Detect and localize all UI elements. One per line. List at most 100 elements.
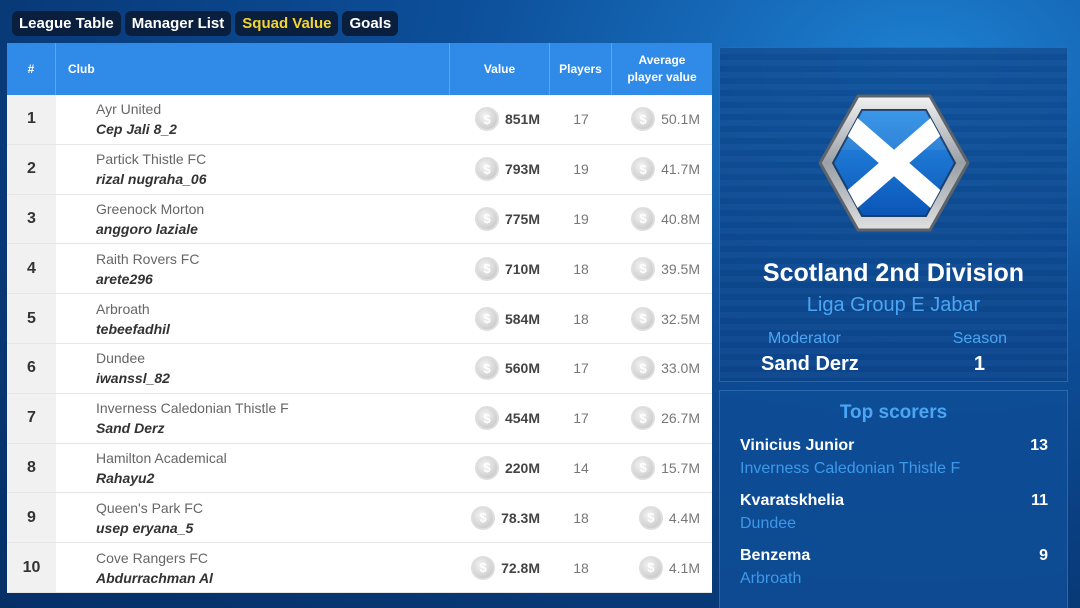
header-club[interactable]: Club xyxy=(56,43,450,95)
row-players: 17 xyxy=(573,410,589,427)
row-players: 19 xyxy=(573,161,589,178)
row-club[interactable]: Inverness Caledonian Thistle F Sand Derz xyxy=(56,394,450,443)
table-row[interactable]: 10 Cove Rangers FC Abdurrachman Al $72.8M 18… xyxy=(7,543,712,593)
row-club[interactable]: Arbroath tebeefadhil xyxy=(56,294,450,343)
header-players[interactable]: Players xyxy=(550,43,612,95)
view-tabs: League Table Manager List Squad Value Go… xyxy=(12,11,399,36)
row-club[interactable]: Partick Thistle FC rizal nugraha_06 xyxy=(56,145,450,194)
row-club[interactable]: Cove Rangers FC Abdurrachman Al xyxy=(56,543,450,592)
average-value-text: 33.0M xyxy=(661,360,700,377)
header-value[interactable]: Value xyxy=(450,43,550,95)
row-club[interactable]: Raith Rovers FC arete296 xyxy=(56,244,450,293)
average-value-text: 15.7M xyxy=(661,459,700,476)
row-average-value: $26.7M xyxy=(612,394,712,443)
row-players: 18 xyxy=(573,310,589,327)
row-club[interactable]: Dundee iwanssl_82 xyxy=(56,344,450,393)
tab-squad-value[interactable]: Squad Value xyxy=(235,11,339,36)
row-club[interactable]: Greenock Morton anggoro laziale xyxy=(56,195,450,244)
row-squad-value: $72.8M xyxy=(450,543,550,592)
table-row[interactable]: 6 Dundee iwanssl_82 $560M 17 $33.0M xyxy=(7,343,712,394)
squad-value-text: 775M xyxy=(504,210,540,227)
table-row[interactable]: 8 Hamilton Academical Rahayu2 $220M 14 $15.7M xyxy=(7,443,712,494)
average-value-text: 4.4M xyxy=(668,509,700,526)
row-squad-value: $220M xyxy=(450,444,550,493)
coin-icon: $ xyxy=(631,306,656,331)
scorer-club: Inverness Caledonian Thistle F xyxy=(740,460,961,477)
coin-icon: $ xyxy=(631,455,656,480)
header-rank[interactable]: # xyxy=(7,43,56,95)
coin-icon: $ xyxy=(474,107,499,132)
table-row[interactable]: 5 Arbroath tebeefadhil $584M 18 $32.5M xyxy=(7,294,712,344)
row-players: 17 xyxy=(573,111,589,128)
row-average-value: $39.5M xyxy=(612,244,712,293)
header-avg-line1: Average xyxy=(638,53,686,67)
row-players: 17 xyxy=(573,360,589,377)
manager-name: rizal nugraha_06 xyxy=(96,171,207,188)
scotland-saltire-icon xyxy=(818,94,970,232)
row-club[interactable]: Hamilton Academical Rahayu2 xyxy=(56,444,450,493)
coin-icon: $ xyxy=(638,505,663,530)
manager-name: Sand Derz xyxy=(96,420,165,437)
tab-league-table[interactable]: League Table xyxy=(12,11,121,36)
coin-icon: $ xyxy=(474,306,499,331)
table-row[interactable]: 2 Partick Thistle FC rizal nugraha_06 $793M… xyxy=(7,144,712,195)
squad-value-text: 72.8M xyxy=(501,559,540,576)
tab-manager-list[interactable]: Manager List xyxy=(124,11,232,36)
row-squad-value: $78.3M xyxy=(450,493,550,542)
average-value-text: 50.1M xyxy=(661,111,700,128)
scorer-item[interactable]: Kvaratskhelia 11 Dundee xyxy=(740,490,1048,536)
row-rank: 9 xyxy=(7,493,56,543)
table-row[interactable]: 9 Queen's Park FC usep eryana_5 $78.3M 18 $4.… xyxy=(7,493,712,544)
squad-value-text: 851M xyxy=(504,111,540,128)
manager-name: iwanssl_82 xyxy=(96,370,170,387)
club-name: Dundee xyxy=(96,350,146,367)
scorer-item[interactable]: Vinicius Junior 13 Inverness Caledonian … xyxy=(740,435,1048,481)
table-row[interactable]: 3 Greenock Morton anggoro laziale $775M 19 $4… xyxy=(7,194,712,245)
row-average-value: $33.0M xyxy=(612,344,712,393)
row-squad-value: $584M xyxy=(450,294,550,343)
row-average-value: $4.4M xyxy=(612,493,712,542)
manager-name: Abdurrachman Al xyxy=(96,569,213,586)
table-row[interactable]: 7 Inverness Caledonian Thistle F Sand Derz… xyxy=(7,393,712,444)
season-label: Season xyxy=(952,330,1007,347)
scorer-club: Arbroath xyxy=(740,570,802,587)
coin-icon: $ xyxy=(471,505,496,530)
average-value-text: 4.1M xyxy=(668,559,700,576)
row-rank: 6 xyxy=(7,343,56,393)
coin-icon: $ xyxy=(474,157,499,182)
scorer-item[interactable]: Benzema 9 Arbroath xyxy=(740,545,1048,591)
header-average-player-value[interactable]: Average player value xyxy=(612,43,712,95)
table-row[interactable]: 4 Raith Rovers FC arete296 $710M 18 $39.5M xyxy=(7,244,712,295)
row-rank: 3 xyxy=(7,194,56,244)
scorer-goals: 9 xyxy=(1039,547,1048,564)
squad-value-text: 78.3M xyxy=(501,509,540,526)
squad-value-text: 710M xyxy=(504,260,540,277)
manager-name: usep eryana_5 xyxy=(96,519,194,536)
row-average-value: $32.5M xyxy=(612,294,712,343)
row-club[interactable]: Queen's Park FC usep eryana_5 xyxy=(56,493,450,542)
header-avg-line2: player value xyxy=(627,70,697,84)
moderator-label: Moderator xyxy=(768,330,841,347)
row-squad-value: $775M xyxy=(450,195,550,244)
top-scorers-title: Top scorers xyxy=(839,402,948,423)
row-squad-value: $560M xyxy=(450,344,550,393)
manager-name: Rahayu2 xyxy=(96,469,155,486)
club-name: Hamilton Academical xyxy=(96,449,227,466)
row-players: 18 xyxy=(573,260,589,277)
coin-icon: $ xyxy=(631,157,656,182)
season-value: 1 xyxy=(973,353,985,375)
coin-icon: $ xyxy=(638,555,663,580)
manager-name: tebeefadhil xyxy=(96,320,170,337)
table-row[interactable]: 1 Ayr United Cep Jali 8_2 $851M 17 $50.1M xyxy=(7,95,712,145)
club-name: Ayr United xyxy=(96,101,162,118)
tab-goals[interactable]: Goals xyxy=(342,11,399,36)
scorer-name: Benzema xyxy=(740,547,811,564)
moderator-name[interactable]: Sand Derz xyxy=(761,353,859,376)
row-rank: 1 xyxy=(7,95,56,144)
row-club[interactable]: Ayr United Cep Jali 8_2 xyxy=(56,95,450,144)
coin-icon: $ xyxy=(631,107,656,132)
coin-icon: $ xyxy=(474,206,499,231)
row-squad-value: $710M xyxy=(450,244,550,293)
table-body: 1 Ayr United Cep Jali 8_2 $851M 17 $50.1M 2 Par… xyxy=(7,95,712,593)
manager-name: arete296 xyxy=(96,270,153,287)
